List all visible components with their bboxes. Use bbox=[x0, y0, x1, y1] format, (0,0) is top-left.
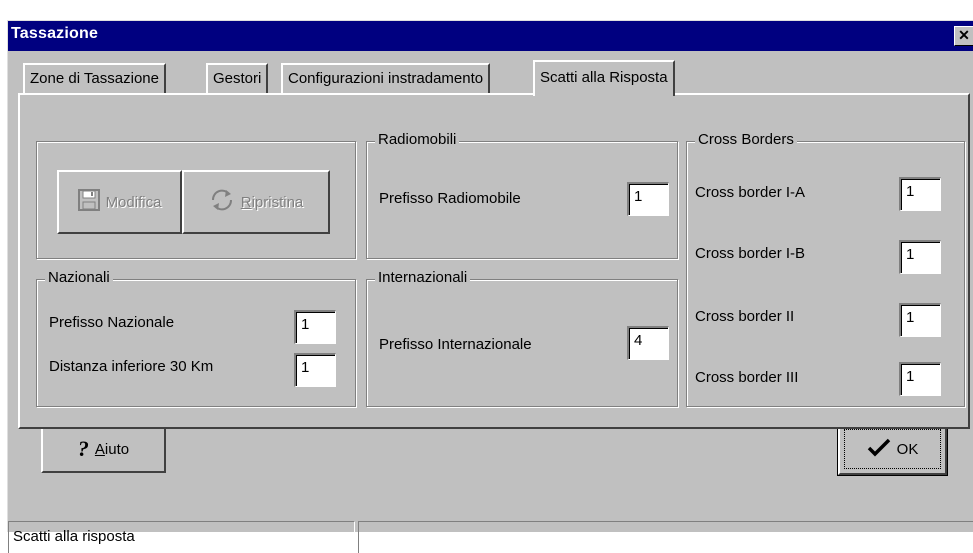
restore-arrows-icon bbox=[209, 188, 235, 216]
modifica-button[interactable]: Modifica bbox=[57, 170, 182, 234]
radiomobili-group: Radiomobili Prefisso Radiomobile 1 bbox=[366, 131, 678, 259]
cross-border-i-b-field[interactable]: 1 bbox=[899, 240, 941, 274]
distanza-inferiore-field[interactable]: 1 bbox=[294, 353, 336, 387]
cross-border-i-b-label: Cross border I-B bbox=[695, 245, 806, 262]
cross-border-i-a-field[interactable]: 1 bbox=[899, 177, 941, 211]
cross-borders-group: Cross Borders Cross border I-A 1 Cross b… bbox=[686, 131, 965, 407]
aiuto-label: Aiuto bbox=[94, 440, 130, 458]
cross-border-iii-field[interactable]: 1 bbox=[899, 362, 941, 396]
floppy-disk-icon bbox=[77, 189, 100, 215]
close-button[interactable]: ✕ bbox=[954, 26, 973, 46]
cross-border-ii-label: Cross border II bbox=[695, 308, 795, 325]
radiomobili-title: Radiomobili bbox=[375, 131, 460, 148]
ripristina-label: Ripristina bbox=[240, 193, 304, 211]
prefisso-internazionale-field[interactable]: 4 bbox=[627, 326, 669, 360]
prefisso-internazionale-label: Prefisso Internazionale bbox=[379, 336, 532, 353]
ok-label: OK bbox=[896, 440, 919, 458]
tassazione-window: Tassazione ✕ Zone di Tassazione Gestori … bbox=[7, 20, 973, 553]
status-bar: Scatti alla risposta bbox=[8, 521, 973, 553]
tab-configurazioni-instradamento[interactable]: Configurazioni instradamento bbox=[281, 63, 491, 93]
tab-panel: Modifica Ripristina Radiomobili Prefisso… bbox=[18, 93, 970, 429]
actions-group: Modifica Ripristina bbox=[36, 141, 356, 259]
status-pane-main: Scatti alla risposta bbox=[8, 521, 355, 553]
checkmark-icon bbox=[867, 437, 891, 461]
tab-zone-di-tassazione[interactable]: Zone di Tassazione bbox=[23, 63, 166, 93]
cross-border-i-a-label: Cross border I-A bbox=[695, 184, 806, 201]
status-pane-secondary bbox=[358, 521, 973, 553]
ripristina-button[interactable]: Ripristina bbox=[182, 170, 330, 234]
tab-gestori[interactable]: Gestori bbox=[206, 63, 269, 93]
title-bar[interactable]: Tassazione ✕ bbox=[8, 21, 973, 51]
nazionali-group: Nazionali Prefisso Nazionale 1 Distanza … bbox=[36, 269, 356, 407]
aiuto-button[interactable]: ? Aiuto bbox=[41, 425, 166, 473]
cross-border-ii-field[interactable]: 1 bbox=[899, 303, 941, 337]
window-title: Tassazione bbox=[11, 25, 99, 42]
ok-button[interactable]: OK bbox=[837, 422, 948, 476]
nazionali-title: Nazionali bbox=[45, 269, 113, 286]
distanza-inferiore-label: Distanza inferiore 30 Km bbox=[49, 358, 214, 375]
tab-scatti-alla-risposta[interactable]: Scatti alla Risposta bbox=[533, 60, 675, 96]
focus-rect bbox=[844, 429, 941, 469]
modifica-label: Modifica bbox=[105, 193, 162, 211]
cross-borders-title: Cross Borders bbox=[695, 131, 797, 148]
question-mark-icon: ? bbox=[77, 436, 89, 461]
prefisso-nazionale-label: Prefisso Nazionale bbox=[49, 314, 175, 331]
prefisso-radiomobile-label: Prefisso Radiomobile bbox=[379, 190, 521, 207]
prefisso-radiomobile-field[interactable]: 1 bbox=[627, 182, 669, 216]
prefisso-nazionale-field[interactable]: 1 bbox=[294, 310, 336, 344]
cross-border-iii-label: Cross border III bbox=[695, 369, 799, 386]
internazionali-group: Internazionali Prefisso Internazionale 4 bbox=[366, 269, 678, 407]
internazionali-title: Internazionali bbox=[375, 269, 471, 286]
